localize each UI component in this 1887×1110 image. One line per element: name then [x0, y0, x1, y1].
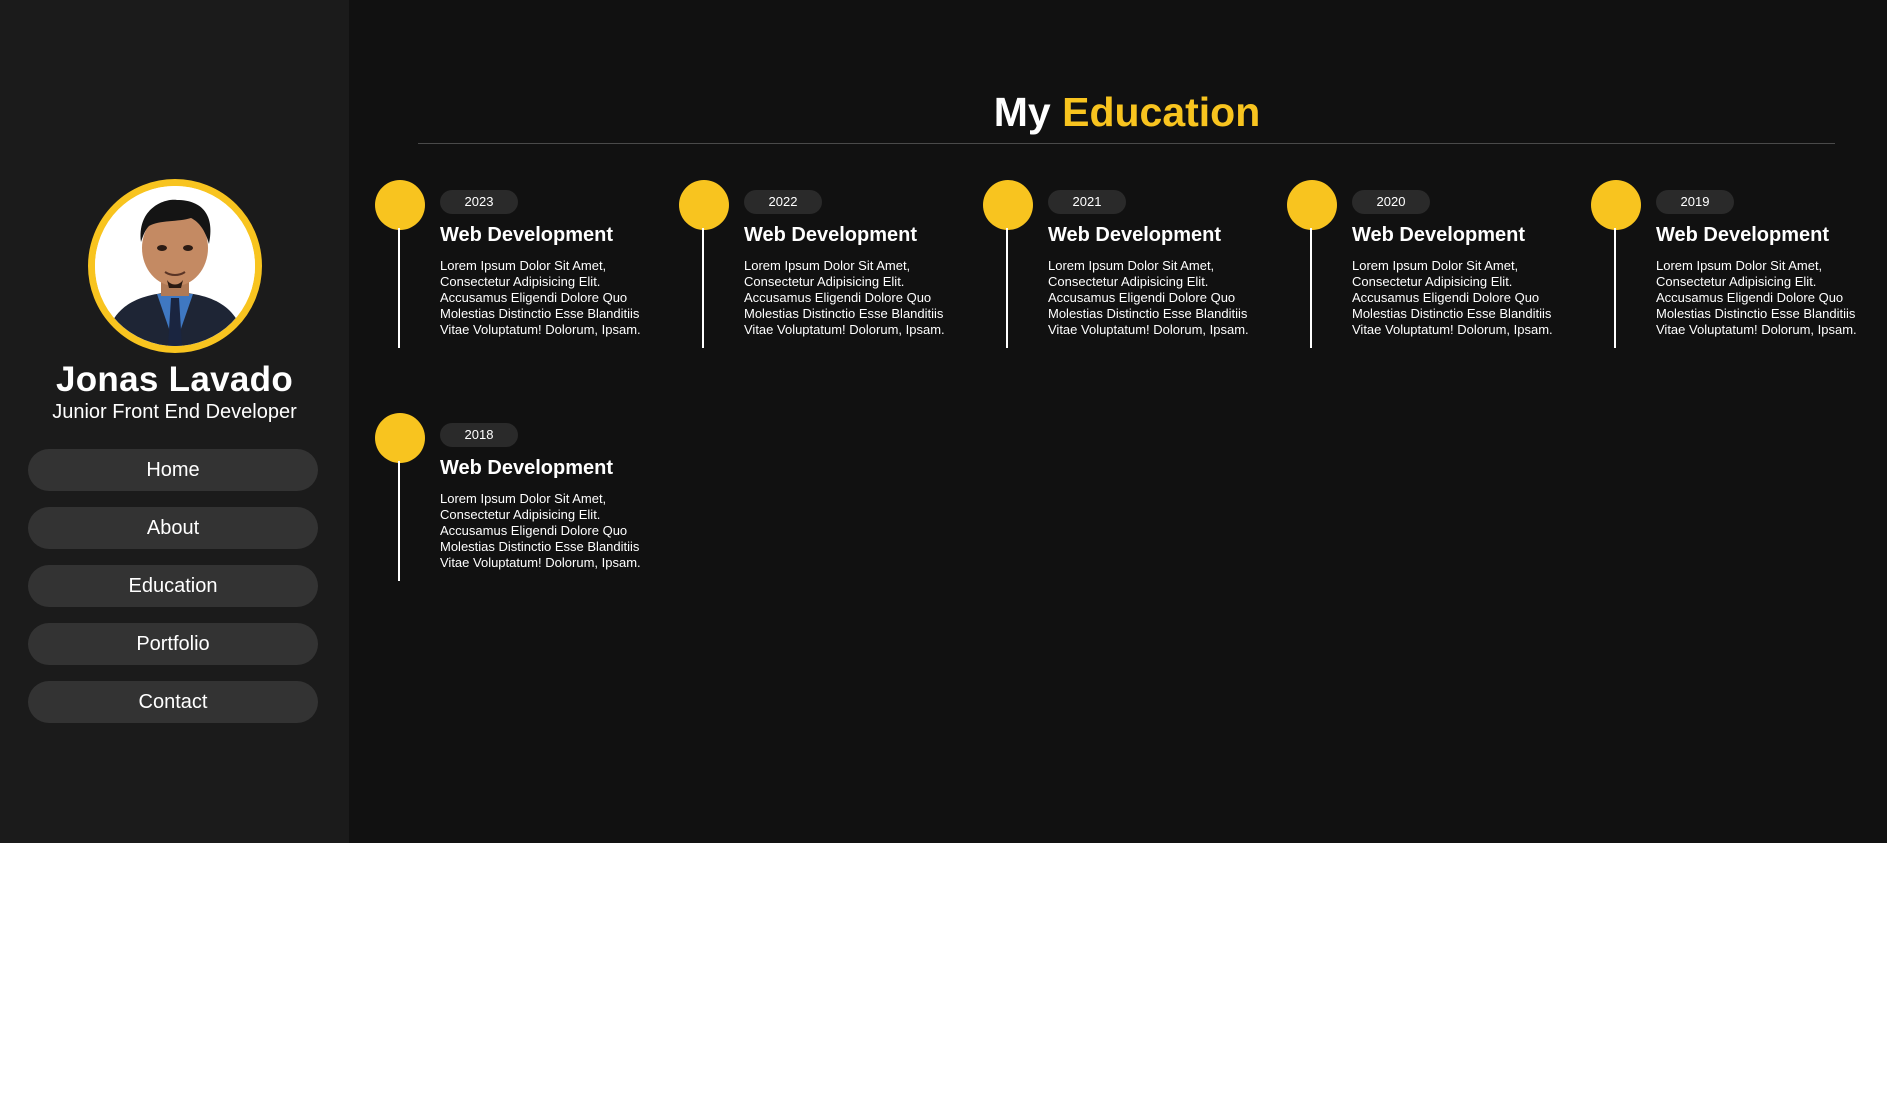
year-badge: 2022 — [744, 190, 822, 214]
profile-name: Jonas Lavado — [55, 360, 293, 399]
page-title: My Education — [349, 84, 1887, 140]
timeline-line — [702, 228, 704, 348]
nav-education-button[interactable]: Education — [28, 565, 318, 607]
nav-home-button[interactable]: Home — [28, 449, 318, 491]
profile-role: Junior Front End Developer — [52, 401, 297, 423]
timeline-line — [1614, 228, 1616, 348]
entry-description: Lorem Ipsum Dolor Sit Amet, Consectetur … — [744, 258, 945, 337]
entry-title: Web Development — [1352, 224, 1525, 246]
timeline-dot-icon — [983, 180, 1033, 230]
timeline-line — [398, 228, 400, 348]
education-entry: 2021 Web Development Lorem Ipsum Dolor S… — [957, 180, 1257, 360]
entry-title: Web Development — [440, 224, 613, 246]
entry-title: Web Development — [1048, 224, 1221, 246]
title-divider — [418, 143, 1835, 144]
education-entry: 2022 Web Development Lorem Ipsum Dolor S… — [653, 180, 953, 360]
page-title-accent: Education — [1062, 89, 1261, 135]
entry-description: Lorem Ipsum Dolor Sit Amet, Consectetur … — [440, 258, 641, 337]
education-entry: 2020 Web Development Lorem Ipsum Dolor S… — [1261, 180, 1561, 360]
entry-description: Lorem Ipsum Dolor Sit Amet, Consectetur … — [440, 491, 641, 570]
page-title-plain: My — [993, 89, 1051, 135]
profile-photo — [95, 186, 255, 346]
entry-title: Web Development — [1656, 224, 1829, 246]
timeline-dot-icon — [1287, 180, 1337, 230]
timeline-line — [398, 461, 400, 581]
entry-description: Lorem Ipsum Dolor Sit Amet, Consectetur … — [1352, 258, 1553, 337]
portfolio-app: Jonas Lavado Junior Front End Developer … — [0, 0, 1887, 843]
timeline-dot-icon — [375, 180, 425, 230]
sidebar-nav: Home About Education Portfolio Contact — [28, 449, 318, 739]
timeline-dot-icon — [375, 413, 425, 463]
year-badge: 2018 — [440, 423, 518, 447]
entry-description: Lorem Ipsum Dolor Sit Amet, Consectetur … — [1048, 258, 1249, 337]
nav-contact-button[interactable]: Contact — [28, 681, 318, 723]
timeline-dot-icon — [679, 180, 729, 230]
timeline-dot-icon — [1591, 180, 1641, 230]
year-badge: 2021 — [1048, 190, 1126, 214]
timeline-line — [1310, 228, 1312, 348]
sidebar: Jonas Lavado Junior Front End Developer … — [0, 0, 349, 843]
entry-title: Web Development — [744, 224, 917, 246]
nav-portfolio-button[interactable]: Portfolio — [28, 623, 318, 665]
education-entry: 2019 Web Development Lorem Ipsum Dolor S… — [1565, 180, 1865, 360]
entry-description: Lorem Ipsum Dolor Sit Amet, Consectetur … — [1656, 258, 1857, 337]
main-content: My Education 2023 Web Development Lorem … — [349, 0, 1887, 843]
nav-about-button[interactable]: About — [28, 507, 318, 549]
year-badge: 2023 — [440, 190, 518, 214]
entry-title: Web Development — [440, 457, 613, 479]
avatar — [88, 179, 262, 353]
timeline-line — [1006, 228, 1008, 348]
education-entry: 2018 Web Development Lorem Ipsum Dolor S… — [349, 413, 649, 593]
education-entry: 2023 Web Development Lorem Ipsum Dolor S… — [349, 180, 649, 360]
year-badge: 2020 — [1352, 190, 1430, 214]
year-badge: 2019 — [1656, 190, 1734, 214]
